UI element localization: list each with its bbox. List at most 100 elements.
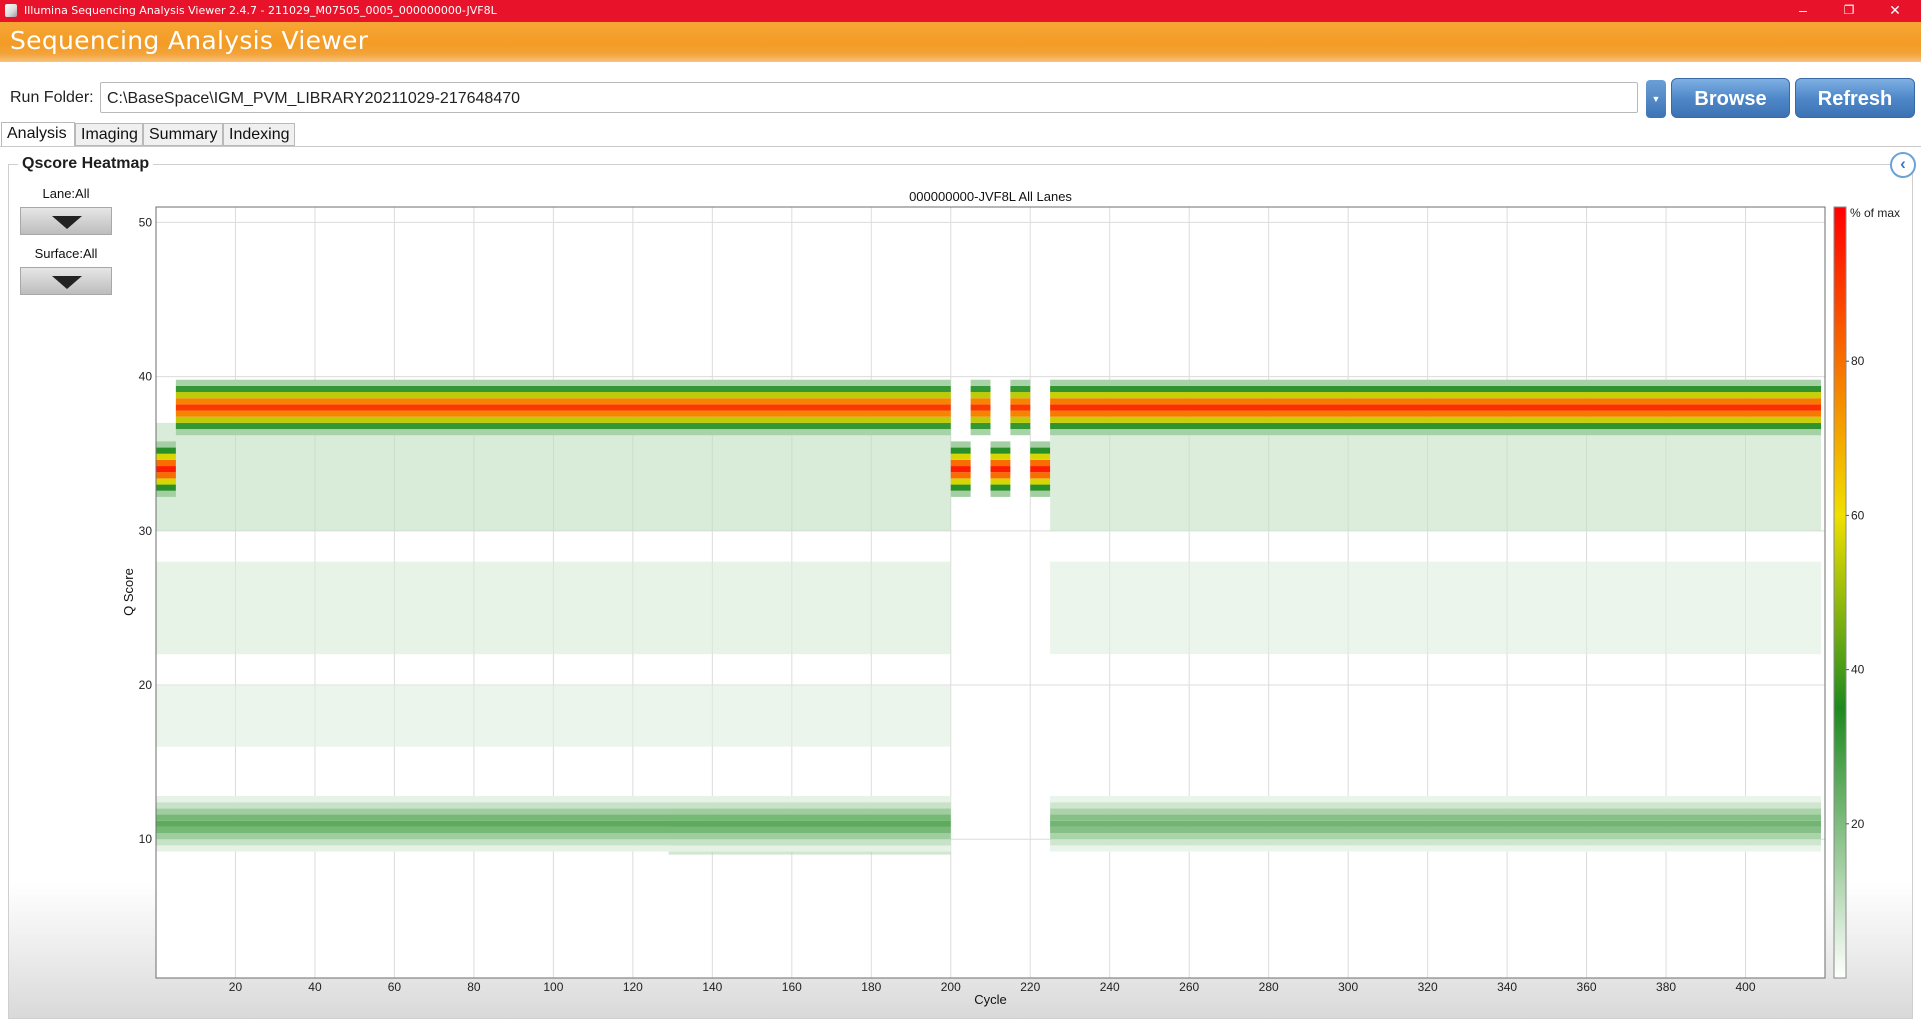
chart-title: 000000000-JVF8L All Lanes	[909, 189, 1072, 204]
heatmap-cell	[970, 392, 991, 399]
heatmap-cell	[1030, 447, 1051, 454]
heatmap-cell	[1030, 466, 1051, 473]
heatmap-cell	[1010, 392, 1031, 399]
heatmap-cell	[1050, 826, 1822, 834]
tab-panel-border	[0, 146, 1921, 147]
y-tick-label: 50	[139, 215, 153, 229]
heatmap-cell	[1030, 484, 1051, 491]
heatmap-cell	[156, 820, 951, 827]
heatmap-cell	[156, 833, 951, 840]
lane-dropdown[interactable]	[20, 207, 112, 235]
heatmap-diffuse-region	[156, 422, 951, 531]
heatmap-cell	[950, 478, 971, 485]
heatmap-cell	[1050, 385, 1822, 393]
heatmap-cell	[970, 410, 991, 417]
heatmap-cell	[156, 839, 951, 846]
heatmap-cell	[175, 392, 951, 399]
minimize-button[interactable]: –	[1780, 0, 1826, 22]
heatmap-cell	[950, 459, 971, 467]
heatmap-cell	[950, 490, 971, 497]
banner-title: Sequencing Analysis Viewer	[10, 26, 369, 55]
restore-button[interactable]: ❐	[1826, 0, 1872, 22]
x-tick-label: 380	[1656, 980, 1676, 994]
surface-dropdown[interactable]	[20, 267, 112, 295]
run-folder-dropdown-button[interactable]: ▼	[1646, 80, 1666, 118]
heatmap-cell	[1010, 379, 1031, 386]
heatmap-cell	[1010, 385, 1031, 393]
panel-title: Qscore Heatmap	[18, 155, 154, 173]
heatmap-cell	[1030, 441, 1051, 448]
browse-button[interactable]: Browse	[1671, 78, 1790, 118]
heatmap-cell	[1010, 398, 1031, 405]
heatmap-cell	[156, 826, 951, 834]
tab-analysis[interactable]: Analysis	[1, 122, 75, 147]
heatmap-cell	[970, 416, 991, 423]
heatmap-cell	[970, 398, 991, 405]
heatmap-cell	[1030, 472, 1051, 479]
heatmap-cell	[156, 459, 176, 467]
x-tick-label: 220	[1020, 980, 1040, 994]
heatmap-cell	[156, 447, 176, 454]
colorbar-tick-label: 80	[1851, 354, 1865, 368]
heatmap-cell	[970, 404, 991, 411]
heatmap-cell	[1050, 802, 1822, 809]
x-tick-label: 100	[543, 980, 563, 994]
triangle-down-icon	[52, 216, 82, 229]
heatmap-cell	[175, 379, 951, 386]
heatmap-cell	[156, 441, 176, 448]
colorbar-label: % of max	[1850, 206, 1900, 220]
run-folder-label: Run Folder:	[10, 89, 94, 106]
heatmap-cell	[156, 484, 176, 491]
heatmap-cell	[175, 404, 951, 411]
y-tick-label: 40	[139, 370, 153, 384]
heatmap-cell	[156, 472, 176, 479]
x-tick-label: 20	[229, 980, 243, 994]
x-tick-label: 200	[941, 980, 961, 994]
x-tick-label: 320	[1418, 980, 1438, 994]
heatmap-cell	[990, 441, 1011, 448]
heatmap-cell	[970, 422, 991, 430]
heatmap-cell	[950, 472, 971, 479]
y-tick-label: 30	[139, 524, 153, 538]
heatmap-cell	[1050, 814, 1822, 821]
x-tick-label: 60	[388, 980, 402, 994]
refresh-button[interactable]: Refresh	[1795, 78, 1915, 118]
heatmap-diffuse-region	[1050, 422, 1822, 531]
heatmap-cell	[1050, 820, 1822, 827]
x-tick-label: 280	[1259, 980, 1279, 994]
heatmap-cell	[1050, 379, 1822, 386]
heatmap-cell	[156, 478, 176, 485]
x-tick-label: 140	[702, 980, 722, 994]
surface-label: Surface:All	[34, 246, 98, 261]
tab-indexing[interactable]: Indexing	[223, 123, 295, 146]
close-button[interactable]: ✕	[1872, 0, 1918, 22]
heatmap-cell	[1030, 490, 1051, 497]
heatmap-cell	[175, 410, 951, 417]
heatmap-cell	[950, 447, 971, 454]
heatmap-cell	[990, 459, 1011, 467]
heatmap-cell	[1050, 839, 1822, 846]
run-folder-input[interactable]: C:\BaseSpace\IGM_PVM_LIBRARY20211029-217…	[100, 82, 1638, 113]
y-tick-label: 20	[139, 678, 153, 692]
window-title: Illumina Sequencing Analysis Viewer 2.4.…	[24, 4, 497, 17]
heatmap-cell	[1050, 416, 1822, 423]
x-tick-label: 240	[1100, 980, 1120, 994]
heatmap-cell	[1010, 416, 1031, 423]
heatmap-cell	[990, 484, 1011, 491]
x-tick-label: 340	[1497, 980, 1517, 994]
heatmap-cell	[990, 478, 1011, 485]
collapse-panel-button[interactable]: ‹	[1890, 152, 1916, 178]
heatmap-cell	[950, 441, 971, 448]
x-tick-label: 260	[1179, 980, 1199, 994]
x-tick-label: 400	[1736, 980, 1756, 994]
colorbar-tick-label: 60	[1851, 508, 1865, 522]
heatmap-cell	[156, 466, 176, 473]
y-tick-label: 10	[139, 832, 153, 846]
qscore-heatmap-chart: 20 40 60 80 100 120 140 160 180 200 220 240 260 280 30…	[121, 189, 1900, 1007]
heatmap-cell	[990, 490, 1011, 497]
heatmap-cell	[1030, 478, 1051, 485]
heatmap-cell	[175, 398, 951, 405]
heatmap-cell	[156, 796, 951, 803]
tab-imaging[interactable]: Imaging	[75, 123, 143, 146]
tab-summary[interactable]: Summary	[143, 123, 223, 146]
